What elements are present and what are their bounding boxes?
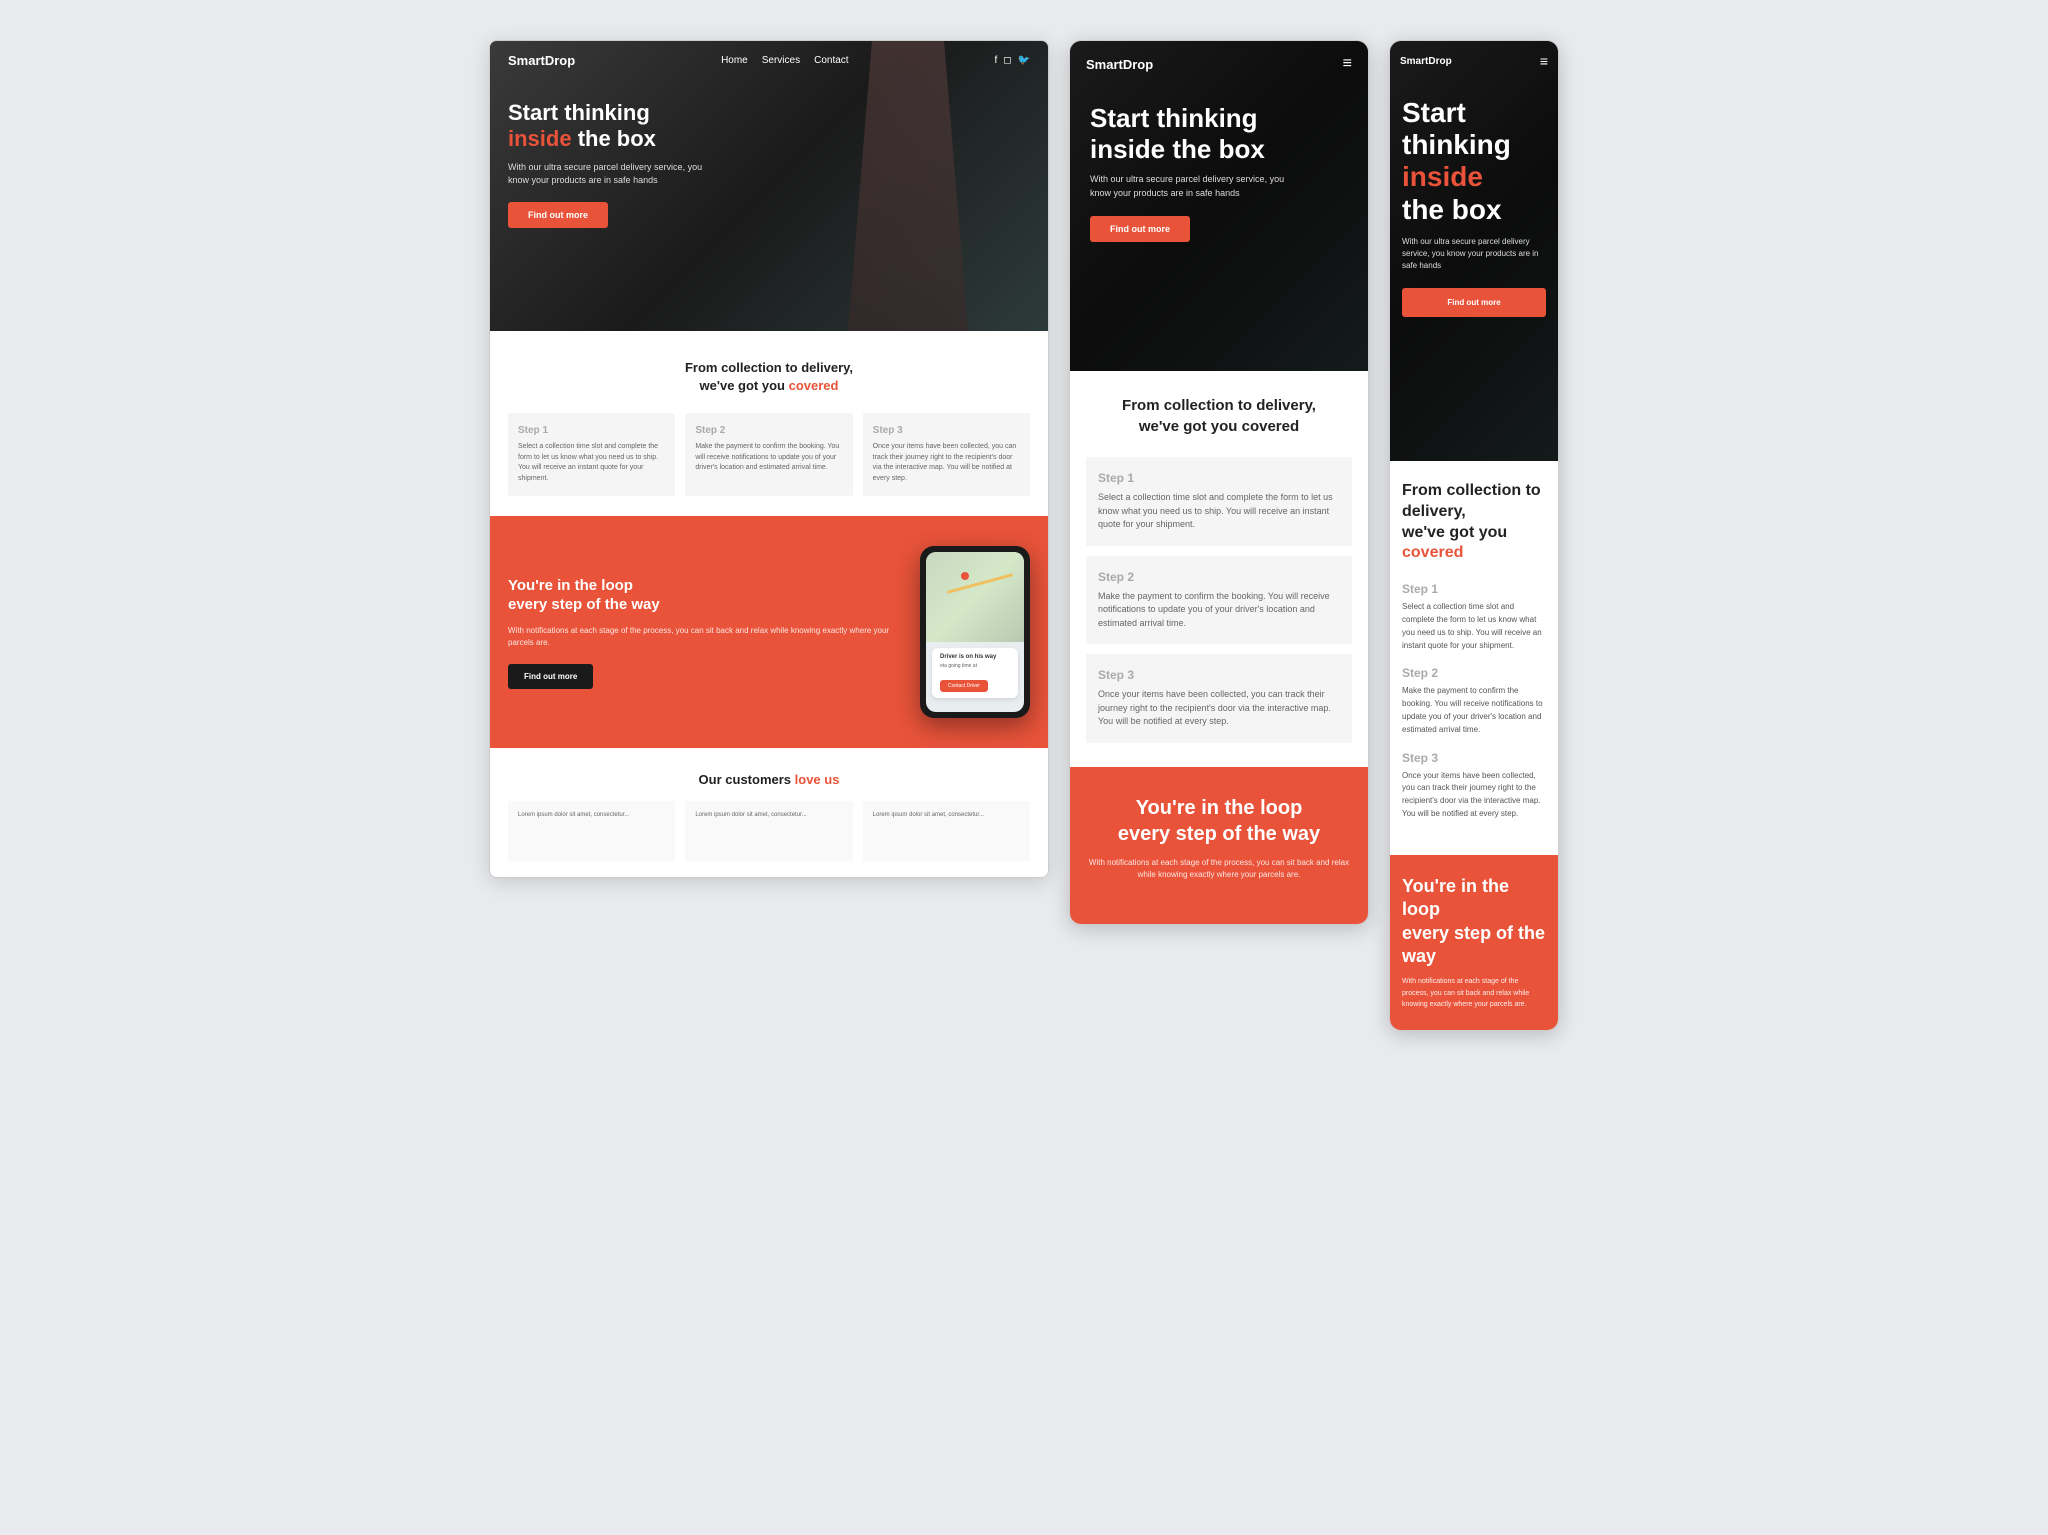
desktop-hero-content: Start thinking inside the box With our u… xyxy=(490,80,1048,331)
desktop-phone-mockup: Driver is on his way eta going time at C… xyxy=(920,546,1030,718)
tablet-hero-cta[interactable]: Find out more xyxy=(1090,216,1190,242)
facebook-icon[interactable]: f xyxy=(994,55,997,66)
mobile-step-2-text: Make the payment to confirm the booking.… xyxy=(1402,685,1546,736)
mobile-device: SmartDrop ≡ Start thinking inside the bo… xyxy=(1389,40,1559,1031)
desktop-loop-title: You're in the loop every step of the way xyxy=(508,576,900,615)
phone-notification: Driver is on his way eta going time at C… xyxy=(932,648,1018,698)
mobile-hero-title: Start thinking inside the box xyxy=(1402,97,1546,226)
instagram-icon[interactable]: ◻ xyxy=(1003,55,1011,66)
phone-frame: Driver is on his way eta going time at C… xyxy=(920,546,1030,718)
phone-map xyxy=(926,552,1024,642)
tablet-step-2: Step 2 Make the payment to confirm the b… xyxy=(1086,556,1352,645)
step-2-text: Make the payment to confirm the booking.… xyxy=(695,442,842,474)
tablet-step-1: Step 1 Select a collection time slot and… xyxy=(1086,457,1352,546)
tablet-device: SmartDrop ≡ Start thinking inside the bo… xyxy=(1069,40,1369,925)
desktop-loop-cta[interactable]: Find out more xyxy=(508,664,593,689)
desktop-loop-subtitle: With notifications at each stage of the … xyxy=(508,625,900,651)
mobile-hero: SmartDrop ≡ Start thinking inside the bo… xyxy=(1390,41,1558,461)
tablet-step-2-title: Step 2 xyxy=(1098,570,1340,584)
notif-text: eta going time at xyxy=(940,663,1010,669)
step-3-text: Once your items have been collected, you… xyxy=(873,442,1020,484)
twitter-icon[interactable]: 🐦 xyxy=(1018,55,1030,66)
desktop-hero: SmartDrop Home Services Contact f ◻ 🐦 St… xyxy=(490,41,1048,331)
tablet-hamburger-icon[interactable]: ≡ xyxy=(1343,55,1352,73)
desktop-device: SmartDrop Home Services Contact f ◻ 🐦 St… xyxy=(489,40,1049,878)
tablet-step-2-text: Make the payment to confirm the booking.… xyxy=(1098,590,1340,631)
mobile-step-3: Step 3 Once your items have been collect… xyxy=(1402,751,1546,821)
mobile-hero-cta[interactable]: Find out more xyxy=(1402,288,1546,317)
tablet-steps-section: From collection to delivery, we've got y… xyxy=(1070,371,1368,767)
desktop-hero-title: Start thinking inside the box xyxy=(508,100,1030,153)
nav-services[interactable]: Services xyxy=(762,55,800,66)
tablet-hero-content: Start thinking inside the box With our u… xyxy=(1070,87,1368,371)
mobile-steps-list: Step 1 Select a collection time slot and… xyxy=(1402,582,1546,835)
step-2-title: Step 2 xyxy=(695,425,842,436)
mobile-step-3-text: Once your items have been collected, you… xyxy=(1402,770,1546,821)
desktop-logo: SmartDrop xyxy=(508,53,575,68)
nav-contact[interactable]: Contact xyxy=(814,55,848,66)
mobile-nav: SmartDrop ≡ xyxy=(1390,41,1558,81)
mobile-loop-section: You're in the loop every step of the way… xyxy=(1390,855,1558,1030)
mobile-logo: SmartDrop xyxy=(1400,56,1452,67)
mobile-hero-content: Start thinking inside the box With our u… xyxy=(1390,81,1558,461)
tablet-step-3-text: Once your items have been collected, you… xyxy=(1098,688,1340,729)
desktop-step-1: Step 1 Select a collection time slot and… xyxy=(508,413,675,496)
tablet-step-1-text: Select a collection time slot and comple… xyxy=(1098,491,1340,532)
mobile-hamburger-icon[interactable]: ≡ xyxy=(1540,53,1548,69)
desktop-nav: SmartDrop Home Services Contact f ◻ 🐦 xyxy=(490,41,1048,80)
notif-button[interactable]: Contact Driver xyxy=(940,680,988,692)
mobile-loop-subtitle: With notifications at each stage of the … xyxy=(1402,976,1546,1010)
desktop-reviews-grid: Lorem ipsum dolor sit amet, consectetur.… xyxy=(508,801,1030,861)
notif-title: Driver is on his way xyxy=(940,654,1010,660)
desktop-loop-section: You're in the loop every step of the way… xyxy=(490,516,1048,748)
tablet-steps-list: Step 1 Select a collection time slot and… xyxy=(1086,457,1352,743)
tablet-hero-subtitle: With our ultra secure parcel delivery se… xyxy=(1090,173,1290,200)
desktop-steps-title: From collection to delivery, we've got y… xyxy=(508,359,1030,395)
desktop-step-3: Step 3 Once your items have been collect… xyxy=(863,413,1030,496)
tablet-steps-title: From collection to delivery, we've got y… xyxy=(1086,395,1352,437)
tablet-loop-subtitle: With notifications at each stage of the … xyxy=(1086,857,1352,883)
tablet-nav: SmartDrop ≡ xyxy=(1070,41,1368,87)
mobile-steps-title: From collection to delivery, we've got y… xyxy=(1402,481,1546,564)
tablet-loop-title: You're in the loop every step of the way xyxy=(1086,795,1352,847)
desktop-steps-section: From collection to delivery, we've got y… xyxy=(490,331,1048,516)
tablet-step-3: Step 3 Once your items have been collect… xyxy=(1086,654,1352,743)
step-1-title: Step 1 xyxy=(518,425,665,436)
step-3-title: Step 3 xyxy=(873,425,1020,436)
tablet-step-1-title: Step 1 xyxy=(1098,471,1340,485)
desktop-steps-grid: Step 1 Select a collection time slot and… xyxy=(508,413,1030,496)
mobile-step-2-title: Step 2 xyxy=(1402,666,1546,680)
review-1: Lorem ipsum dolor sit amet, consectetur.… xyxy=(508,801,675,861)
review-3: Lorem ipsum dolor sit amet, consectetur.… xyxy=(863,801,1030,861)
tablet-loop-section: You're in the loop every step of the way… xyxy=(1070,767,1368,925)
desktop-nav-links: Home Services Contact xyxy=(721,55,849,66)
mobile-loop-title: You're in the loop every step of the way xyxy=(1402,875,1546,969)
desktop-hero-cta[interactable]: Find out more xyxy=(508,202,608,228)
review-2-text: Lorem ipsum dolor sit amet, consectetur.… xyxy=(695,811,842,821)
tablet-hero-title: Start thinking inside the box xyxy=(1090,103,1348,165)
desktop-hero-subtitle: With our ultra secure parcel delivery se… xyxy=(508,161,708,188)
review-3-text: Lorem ipsum dolor sit amet, consectetur.… xyxy=(873,811,1020,821)
mobile-step-1-text: Select a collection time slot and comple… xyxy=(1402,601,1546,652)
phone-screen: Driver is on his way eta going time at C… xyxy=(926,552,1024,712)
step-1-text: Select a collection time slot and comple… xyxy=(518,442,665,484)
tablet-hero: SmartDrop ≡ Start thinking inside the bo… xyxy=(1070,41,1368,371)
review-1-text: Lorem ipsum dolor sit amet, consectetur.… xyxy=(518,811,665,821)
nav-home[interactable]: Home xyxy=(721,55,748,66)
tablet-logo: SmartDrop xyxy=(1086,57,1153,72)
desktop-step-2: Step 2 Make the payment to confirm the b… xyxy=(685,413,852,496)
desktop-social-icons: f ◻ 🐦 xyxy=(994,55,1030,66)
tablet-step-3-title: Step 3 xyxy=(1098,668,1340,682)
mobile-steps-section: From collection to delivery, we've got y… xyxy=(1390,461,1558,855)
review-2: Lorem ipsum dolor sit amet, consectetur.… xyxy=(685,801,852,861)
desktop-customers-title: Our customers love us xyxy=(508,772,1030,787)
desktop-loop-content: You're in the loop every step of the way… xyxy=(508,576,900,690)
mobile-step-3-title: Step 3 xyxy=(1402,751,1546,765)
mobile-step-2: Step 2 Make the payment to confirm the b… xyxy=(1402,666,1546,736)
mobile-hero-subtitle: With our ultra secure parcel delivery se… xyxy=(1402,236,1546,272)
mobile-step-1: Step 1 Select a collection time slot and… xyxy=(1402,582,1546,652)
desktop-customers-section: Our customers love us Lorem ipsum dolor … xyxy=(490,748,1048,877)
mobile-step-1-title: Step 1 xyxy=(1402,582,1546,596)
